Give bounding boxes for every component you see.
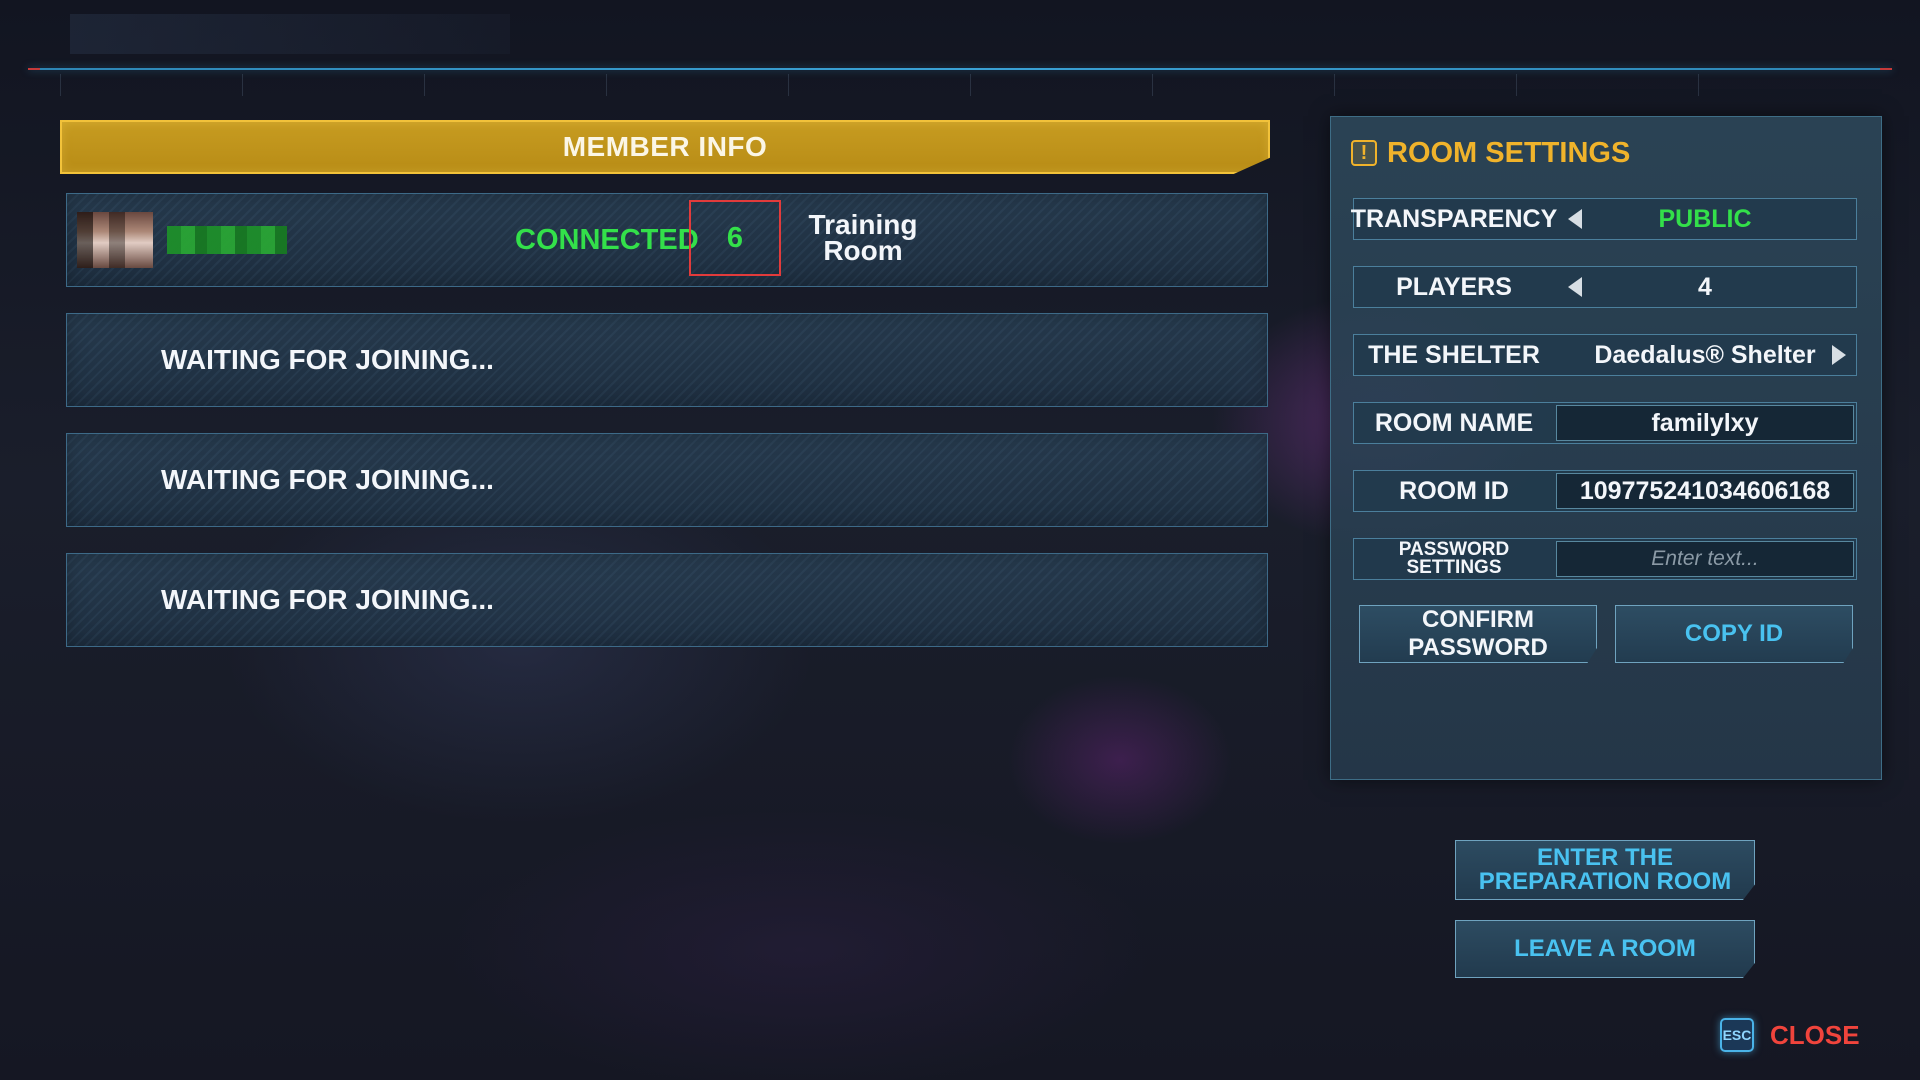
room-settings-panel: ! ROOM SETTINGS TRANSPARENCY PUBLIC PLAY… <box>1330 116 1882 780</box>
arrow-right-icon[interactable] <box>1832 345 1846 365</box>
room-type-label: Training Room <box>808 209 918 266</box>
esc-key-icon: ESC <box>1720 1018 1754 1052</box>
member-info-header: MEMBER INFO <box>60 120 1270 174</box>
player-level-box: 6 <box>689 200 781 276</box>
username-redacted <box>167 226 287 254</box>
warning-icon: ! <box>1351 140 1377 166</box>
transparency-value: PUBLIC <box>1658 204 1752 233</box>
room-settings-title: ROOM SETTINGS <box>1387 136 1631 169</box>
top-divider-line <box>28 68 1892 70</box>
room-name-field[interactable]: familylxy <box>1556 405 1854 441</box>
avatar <box>77 212 153 268</box>
password-label: PASSWORD SETTINGS <box>1398 539 1510 578</box>
copy-id-button[interactable]: COPY ID <box>1615 605 1853 663</box>
shelter-label: THE SHELTER <box>1368 340 1540 369</box>
close-button[interactable]: CLOSE <box>1770 1017 1860 1053</box>
room-id-setting: ROOM ID 1097752410346061​68 <box>1353 470 1857 512</box>
room-name-label: ROOM NAME <box>1374 408 1534 437</box>
player-level: 6 <box>726 221 744 254</box>
leave-room-button[interactable]: LEAVE A ROOM <box>1455 920 1755 978</box>
shelter-setting: THE SHELTER Daedalus® Shelter <box>1353 334 1857 376</box>
room-id-label: ROOM ID <box>1399 476 1509 505</box>
players-value: 4 <box>1698 272 1712 301</box>
password-input[interactable] <box>1557 541 1853 577</box>
transparency-setting: TRANSPARENCY PUBLIC <box>1350 198 1857 240</box>
member-slot-waiting-2: WAITING FOR JOINING... <box>66 433 1268 527</box>
member-row-connected[interactable]: CONNECTED 6 Training Room <box>66 193 1268 287</box>
member-info-title: MEMBER INFO <box>562 131 768 162</box>
top-ghost-bar <box>70 14 510 54</box>
connection-status: CONNECTED <box>515 224 699 256</box>
member-slot-waiting-3: WAITING FOR JOINING... <box>66 553 1268 647</box>
ruler-ticks <box>60 74 1880 96</box>
players-setting: PLAYERS 4 <box>1353 266 1857 308</box>
room-settings-header: ! ROOM SETTINGS <box>1351 133 1630 173</box>
waiting-text: WAITING FOR JOINING... <box>161 344 494 375</box>
players-label: PLAYERS <box>1396 272 1512 301</box>
password-field-wrapper[interactable] <box>1556 541 1854 577</box>
transparency-label: TRANSPARENCY <box>1350 204 1558 233</box>
waiting-text: WAITING FOR JOINING... <box>161 464 494 495</box>
room-id-field: 1097752410346061​68 <box>1556 473 1854 509</box>
shelter-value: Daedalus® Shelter <box>1594 340 1816 369</box>
confirm-password-button[interactable]: CONFIRM PASSWORD <box>1359 605 1597 663</box>
password-setting: PASSWORD SETTINGS <box>1353 538 1857 580</box>
member-slot-waiting-1: WAITING FOR JOINING... <box>66 313 1268 407</box>
enter-preparation-room-button[interactable]: ENTER THE PREPARATION ROOM <box>1455 840 1755 900</box>
room-name-setting: ROOM NAME familylxy <box>1353 402 1857 444</box>
waiting-text: WAITING FOR JOINING... <box>161 584 494 615</box>
